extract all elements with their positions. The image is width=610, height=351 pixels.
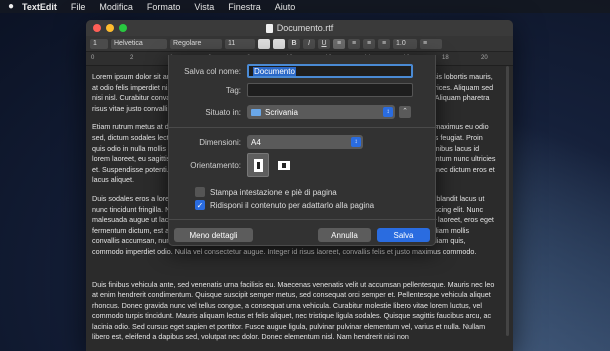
- menu-modifica[interactable]: Modifica: [99, 2, 133, 12]
- ruler-tick: 18: [442, 55, 449, 61]
- where-popup[interactable]: Scrivania ↕: [247, 105, 395, 119]
- save-as-label: Salva col nome:: [184, 66, 241, 76]
- fullscreen-icon[interactable]: [119, 24, 127, 32]
- desktop-wallpaper: [500, 0, 610, 351]
- ruler-tick: 2: [130, 55, 134, 61]
- menu-file[interactable]: File: [71, 2, 86, 12]
- divider: [169, 219, 437, 220]
- menu-formato[interactable]: Formato: [147, 2, 181, 12]
- align-left-icon[interactable]: ≡: [333, 38, 345, 49]
- underline-button[interactable]: U: [318, 38, 330, 49]
- paper-size-popup[interactable]: A4 ↕: [247, 135, 363, 149]
- background-color-well[interactable]: [273, 38, 285, 49]
- document-icon: [265, 23, 273, 33]
- window-controls: [93, 24, 127, 32]
- document-paragraph: Duis finibus vehicula ante, sed venenati…: [92, 279, 495, 342]
- format-toolbar: 1 Helvetica Regolare 11 B I U ≡ ≡ ≡ ≡ 1.…: [86, 36, 513, 52]
- popup-chevron-icon: ↕: [383, 107, 393, 117]
- divider: [169, 127, 437, 128]
- bold-button[interactable]: B: [288, 38, 300, 49]
- apple-menu-icon[interactable]: ●: [0, 1, 22, 12]
- portrait-icon: [253, 158, 263, 172]
- font-style-popup[interactable]: Regolare: [170, 38, 222, 49]
- close-icon[interactable]: [93, 24, 101, 32]
- print-header-label: Stampa intestazione e piè di pagina: [210, 187, 337, 197]
- popup-chevron-icon: ↕: [351, 137, 361, 147]
- italic-button[interactable]: I: [303, 38, 315, 49]
- where-label: Situato in:: [205, 107, 241, 117]
- save-sheet: Salva col nome: Documento Tag: Situato i…: [168, 55, 437, 246]
- save-button[interactable]: Salva: [377, 228, 430, 242]
- menu-finestra[interactable]: Finestra: [228, 2, 261, 12]
- menu-app-name[interactable]: TextEdit: [22, 2, 57, 12]
- save-as-value: Documento: [253, 66, 296, 76]
- tags-input[interactable]: [247, 83, 413, 97]
- font-family-popup[interactable]: Helvetica: [111, 38, 167, 49]
- landscape-icon: [278, 160, 290, 170]
- align-right-icon[interactable]: ≡: [363, 38, 375, 49]
- portrait-button[interactable]: [247, 153, 269, 177]
- menu-vista[interactable]: Vista: [194, 2, 214, 12]
- collapse-button[interactable]: ⌃: [399, 106, 411, 118]
- landscape-button[interactable]: [273, 153, 295, 177]
- title-bar[interactable]: Documento.rtf: [86, 20, 513, 36]
- menu-aiuto[interactable]: Aiuto: [275, 2, 296, 12]
- ruler-tick: 20: [481, 55, 488, 61]
- text-color-well[interactable]: [258, 38, 270, 49]
- menu-bar: ● TextEdit File Modifica Formato Vista F…: [0, 0, 610, 13]
- save-as-input[interactable]: Documento: [247, 64, 413, 78]
- where-value: Scrivania: [265, 107, 298, 117]
- less-details-button[interactable]: Meno dettagli: [174, 228, 253, 242]
- align-justify-icon[interactable]: ≡: [378, 38, 390, 49]
- folder-icon: [251, 108, 261, 116]
- minimize-icon[interactable]: [106, 24, 114, 32]
- ruler-tick: 0: [91, 55, 95, 61]
- paragraph-style-popup[interactable]: 1: [90, 38, 108, 49]
- orientation-label: Orientamento:: [190, 160, 241, 170]
- rewrap-label: Ridisponi il contenuto per adattarlo all…: [210, 200, 375, 210]
- scrollbar[interactable]: [506, 66, 509, 336]
- line-spacing-popup[interactable]: 1.0: [393, 38, 417, 49]
- tags-label: Tag:: [225, 85, 241, 95]
- window-title: Documento.rtf: [276, 23, 334, 33]
- rewrap-checkbox[interactable]: ✓: [195, 200, 205, 210]
- print-header-checkbox[interactable]: [195, 187, 205, 197]
- paper-size-value: A4: [251, 137, 261, 147]
- align-center-icon[interactable]: ≡: [348, 38, 360, 49]
- font-size-popup[interactable]: 11: [225, 38, 255, 49]
- cancel-button[interactable]: Annulla: [318, 228, 371, 242]
- paper-size-label: Dimensioni:: [199, 137, 241, 147]
- list-popup[interactable]: ≡: [420, 38, 442, 49]
